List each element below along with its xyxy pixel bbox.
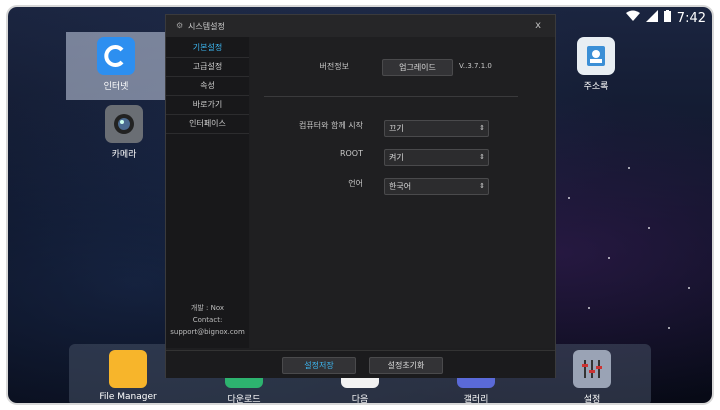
dock-label: 갤러리: [463, 395, 489, 403]
dock-label: 다음: [351, 395, 369, 403]
gear-icon: ⚙: [176, 21, 184, 30]
status-bar: 7:42: [625, 9, 706, 27]
language-value: 한국어: [389, 182, 412, 191]
root-label: ROOT: [339, 149, 363, 158]
app-label: 카메라: [111, 150, 137, 160]
dialog-title: 시스템설정: [188, 22, 225, 31]
tab-interface[interactable]: 인터페이스: [166, 115, 249, 134]
tab-shortcuts[interactable]: 바로가기: [166, 96, 249, 115]
root-value: 켜기: [389, 153, 404, 162]
developer-line: 개발 : Nox: [190, 304, 225, 312]
dialog-footer: 설정저장 설정초기화: [166, 350, 555, 378]
device-frame: 7:42 인터넷 카메라 주소록 File Manager 다운로드 다음 갤러…: [0, 0, 720, 410]
version-value: V..3.7.1.0: [459, 62, 492, 70]
version-label: 버전정보: [319, 62, 349, 71]
contacts-app[interactable]: 주소록: [556, 37, 636, 92]
folder-icon: [109, 350, 147, 388]
contact-line: Contact:: [192, 316, 223, 324]
system-settings-dialog: ⚙ 시스템설정 x 기본설정 고급설정 속성 바로가기 인터페이스 개발 : N…: [165, 14, 556, 378]
internet-app[interactable]: 인터넷: [76, 37, 156, 92]
chevron-updown-icon: ⇕: [479, 182, 485, 190]
language-select[interactable]: 한국어 ⇕: [384, 178, 489, 195]
camera-app[interactable]: 카메라: [84, 105, 164, 160]
dock-label: 다운로드: [227, 395, 261, 403]
upgrade-button[interactable]: 업그레이드: [382, 59, 453, 76]
android-screen: 7:42 인터넷 카메라 주소록 File Manager 다운로드 다음 갤러…: [8, 7, 712, 403]
reset-settings-button[interactable]: 설정초기화: [369, 357, 443, 374]
boot-value: 끄기: [389, 124, 404, 133]
boot-select[interactable]: 끄기 ⇕: [384, 120, 489, 137]
contacts-icon: [577, 37, 615, 75]
wifi-icon: [625, 10, 640, 26]
tab-basic-settings[interactable]: 기본설정: [166, 39, 249, 58]
chevron-updown-icon: ⇕: [479, 124, 485, 132]
settings-panel: 버전정보 업그레이드 V..3.7.1.0 컴퓨터와 함께 시작 끄기 ⇕ RO…: [250, 37, 555, 348]
sliders-icon: [573, 350, 611, 388]
tab-advanced-settings[interactable]: 고급설정: [166, 58, 249, 77]
tab-properties[interactable]: 속성: [166, 77, 249, 96]
camera-icon: [105, 105, 143, 143]
app-label: 인터넷: [103, 82, 129, 92]
dialog-titlebar[interactable]: ⚙ 시스템설정 x: [166, 15, 555, 37]
root-select[interactable]: 켜기 ⇕: [384, 149, 489, 166]
dock-item-file-manager[interactable]: File Manager: [93, 350, 163, 402]
email-line: support@bignox.com: [170, 328, 245, 336]
internet-icon: [97, 37, 135, 75]
boot-label: 컴퓨터와 함께 시작: [299, 121, 363, 130]
dock-label: File Manager: [99, 392, 157, 402]
dock-item-settings[interactable]: 설정: [557, 350, 627, 403]
dock-label: 설정: [583, 395, 601, 403]
settings-sidebar: 기본설정 고급설정 속성 바로가기 인터페이스 개발 : Nox Contact…: [166, 37, 249, 348]
save-settings-button[interactable]: 설정저장: [282, 357, 356, 374]
developer-info: 개발 : Nox Contact: support@bignox.com: [166, 302, 249, 338]
close-button[interactable]: x: [535, 20, 541, 31]
chevron-updown-icon: ⇕: [479, 153, 485, 161]
language-label: 언어: [348, 179, 363, 188]
battery-icon: [663, 10, 671, 26]
divider: [264, 96, 518, 97]
signal-icon: [645, 10, 658, 26]
app-label: 주소록: [583, 82, 609, 92]
clock: 7:42: [676, 10, 706, 26]
